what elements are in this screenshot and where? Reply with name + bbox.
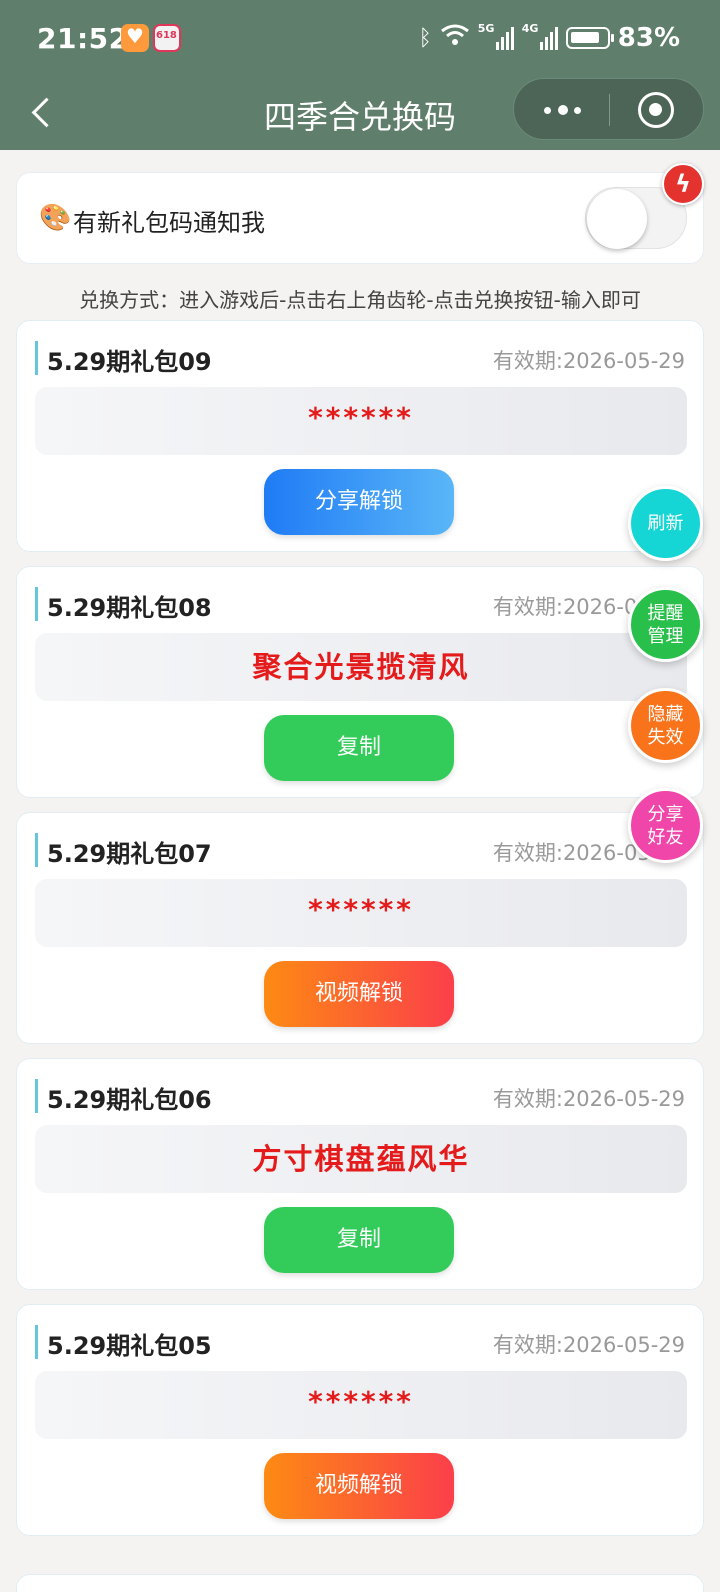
health-app-icon [121,24,149,52]
refresh-button[interactable]: 刷新 [628,486,703,561]
battery-icon [565,27,614,49]
status-icons: ᛒ 5G 4G 83% [419,22,680,54]
signal-5g-label: 5G [477,22,495,35]
gift-card: 5.29期礼包05 有效期:2026-05-29 ****** 视频解锁 [16,1304,704,1536]
copy-button[interactable]: 复制 [264,715,454,781]
refresh-label: 刷新 [647,513,684,534]
remind-label-1: 提醒 [647,602,684,624]
gift-card: 5.29期礼包08 有效期:2026-05-29 聚合光景揽清风 复制 [16,566,704,798]
gift-title: 5.29期礼包05 [47,1332,212,1360]
gift-card: 5.29期礼包06 有效期:2026-05-29 方寸棋盘蕴风华 复制 [16,1058,704,1290]
gift-title: 5.29期礼包07 [47,840,212,868]
title-accent-bar [35,341,38,375]
title-accent-bar [35,1325,38,1359]
status-bar: 21:52 ᛒ 5G 4G 83% [0,0,720,78]
gift-code: ****** [35,879,687,947]
copy-button[interactable]: 复制 [264,1207,454,1273]
gift-title: 5.29期礼包08 [47,594,212,622]
gift-code: 方寸棋盘蕴风华 [35,1125,687,1193]
gift-title: 5.29期礼包06 [47,1086,212,1114]
title-accent-bar [35,1079,38,1113]
notify-card: 🎨 有新礼包码通知我 [16,172,704,264]
share-friends-button[interactable]: 分享 好友 [628,788,703,863]
status-time: 21:52 [37,22,129,55]
palette-icon: 🎨 [39,203,72,233]
notify-label: 有新礼包码通知我 [73,209,265,237]
video-unlock-button[interactable]: 视频解锁 [264,961,454,1027]
wifi-icon [440,23,470,53]
hide-label-1: 隐藏 [647,703,684,725]
gift-card: 5.29期礼包09 有效期:2026-05-29 ****** 分享解锁 [16,320,704,552]
signal-4g-icon: 4G [522,22,558,50]
flash-icon[interactable]: ϟ [662,163,704,205]
back-button[interactable] [26,92,62,132]
title-accent-bar [35,587,38,621]
toggle-knob [587,189,647,249]
gift-card: 5.29期礼包07 有效期:2026-05-29 ****** 视频解锁 [16,812,704,1044]
redeem-instruction: 兑换方式：进入游戏后-点击右上角齿轮-点击兑换按钮-输入即可 [79,288,641,312]
share-label-2: 好友 [647,826,684,848]
more-options-button[interactable] [538,93,588,127]
gift-expiry: 有效期:2026-05-29 [492,1087,685,1111]
miniprogram-capsule [513,78,704,140]
nav-bar: 四季合兑换码 [0,78,720,150]
close-miniprogram-button[interactable] [638,92,674,128]
hide-expired-button[interactable]: 隐藏 失效 [628,688,703,763]
gift-card-partial [16,1574,704,1592]
gift-code: ****** [35,1371,687,1439]
remind-manage-button[interactable]: 提醒 管理 [628,587,703,662]
signal-5g-icon: 5G [478,22,514,50]
video-unlock-button[interactable]: 视频解锁 [264,1453,454,1519]
gift-expiry: 有效期:2026-05-29 [492,1333,685,1357]
battery-percent: 83% [617,23,680,53]
gift-code: ****** [35,387,687,455]
shopping-app-icon [153,24,181,52]
hide-label-2: 失效 [647,726,684,748]
capsule-divider [609,94,610,126]
share-label-1: 分享 [647,803,684,825]
gift-expiry: 有效期:2026-05-29 [492,349,685,373]
share-unlock-button[interactable]: 分享解锁 [264,469,454,535]
title-accent-bar [35,833,38,867]
bluetooth-icon: ᛒ [418,25,432,51]
gift-code: 聚合光景揽清风 [35,633,687,701]
remind-label-2: 管理 [647,625,684,647]
gift-title: 5.29期礼包09 [47,348,212,376]
signal-4g-label: 4G [521,22,539,35]
